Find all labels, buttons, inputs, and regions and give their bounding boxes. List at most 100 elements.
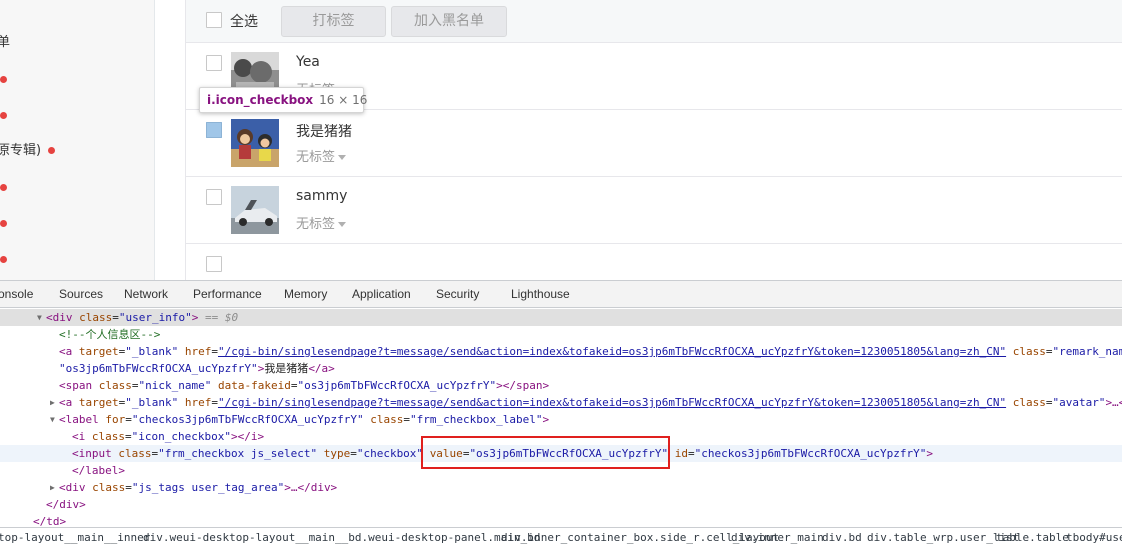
tab-security[interactable]: Security (436, 281, 479, 307)
tag-name: <a (59, 345, 73, 358)
expanded-triangle-icon[interactable]: ▼ (37, 309, 42, 326)
tag-close: </div> (46, 498, 86, 511)
dom-node[interactable]: <!--个人信息区--> (0, 326, 1122, 343)
attr-value: "os3jp6mTbFWccRfOCXA_ucYpzfrY" (297, 379, 497, 392)
tab-console[interactable]: onsole (0, 281, 33, 307)
attr-link[interactable]: "/cgi-bin/singlesendpage?t=message/send&… (218, 396, 1006, 409)
dom-node[interactable]: </div> (0, 496, 1122, 513)
user-nickname[interactable]: Yea (296, 54, 320, 70)
tag-close: > (191, 311, 199, 324)
chevron-down-icon (338, 155, 347, 160)
select-all-label[interactable]: 全选 (230, 11, 258, 31)
collapsed-triangle-icon[interactable]: ▶ (50, 479, 55, 496)
dom-node[interactable]: ▶ <div class="js_tags user_tag_area">…</… (0, 479, 1122, 496)
attr-name: class (98, 379, 132, 392)
unread-dot (0, 184, 7, 191)
dom-node[interactable]: ▶ <a target="_blank" href="/cgi-bin/sing… (0, 394, 1122, 411)
attr-name: target (78, 345, 119, 358)
attr-name: target (78, 396, 119, 409)
user-tag-label: 无标签 (296, 150, 336, 165)
attr-value: "os3jp6mTbFWccRfOCXA_ucYpzfrY" (59, 362, 258, 375)
dom-node-text: <a target="_blank" href="/cgi-bin/single… (59, 394, 1122, 411)
dom-node-text: <label for="checkos3jp6mTbFWccRfOCXA_ucY… (59, 413, 550, 426)
attr-value: "user_info" (118, 311, 192, 324)
tag-name: <span (59, 379, 93, 392)
tab-network[interactable]: Network (124, 281, 168, 307)
user-tag-label: 无标签 (296, 217, 336, 232)
unread-dot (0, 256, 7, 263)
breadcrumb-item[interactable]: table.table (996, 528, 1069, 546)
breadcrumb-item[interactable]: tbody#use (1066, 528, 1122, 546)
tooltip-size: 16 × 16 (319, 93, 368, 107)
sidebar-item-label: 原专辑) (0, 143, 42, 158)
user-row (186, 244, 1122, 280)
attr-name: type (323, 447, 351, 460)
tag-button[interactable]: 打标签 (281, 6, 386, 37)
attr-name: class (91, 430, 125, 443)
select-all-checkbox[interactable] (206, 12, 222, 28)
tab-performance[interactable]: Performance (193, 281, 262, 307)
avatar[interactable] (231, 119, 279, 167)
dom-node[interactable]: <a target="_blank" href="/cgi-bin/single… (0, 343, 1122, 360)
attr-name: for (105, 413, 126, 426)
dom-node-text: <div class="js_tags user_tag_area">…</di… (59, 481, 338, 494)
user-tag-dropdown[interactable]: 无标签 (296, 146, 347, 165)
breadcrumb-item[interactable]: div.bd (822, 528, 862, 546)
attr-name: class (1012, 396, 1046, 409)
dom-node-text: <i class="icon_checkbox"></i> (72, 430, 265, 443)
attr-value: "_blank" (125, 396, 179, 409)
attr-name: id (674, 447, 688, 460)
dom-node[interactable]: ▼ <div class="user_info"> == $0 (0, 309, 1122, 326)
user-checkbox[interactable] (206, 189, 222, 205)
breadcrumb-item[interactable]: top-layout__main__inner (0, 528, 150, 546)
user-tag-dropdown[interactable]: 无标签 (296, 213, 347, 232)
dom-node[interactable]: </td> (0, 513, 1122, 527)
sidebar-item-label: 单 (0, 35, 11, 50)
expanded-triangle-icon[interactable]: ▼ (50, 411, 55, 428)
tag-close: > (926, 447, 934, 460)
collapsed-triangle-icon[interactable]: ▶ (50, 394, 55, 411)
user-nickname[interactable]: sammy (296, 188, 347, 204)
tab-lighthouse[interactable]: Lighthouse (511, 281, 570, 307)
attr-value: "avatar" (1052, 396, 1106, 409)
blacklist-button[interactable]: 加入黑名单 (391, 6, 507, 37)
tooltip-selector: i.icon_checkbox (207, 93, 314, 107)
dom-comment: <!--个人信息区--> (59, 328, 161, 341)
tab-application[interactable]: Application (352, 281, 411, 307)
annotation-highlight-box (421, 436, 670, 469)
sidebar-item[interactable]: 原专辑) (0, 139, 56, 163)
dom-node-text: "os3jp6mTbFWccRfOCXA_ucYpzfrY">我是猪猪</a> (59, 360, 335, 377)
user-row: 我是猪猪 无标签 (186, 110, 1122, 177)
user-nickname[interactable]: 我是猪猪 (296, 121, 352, 141)
user-checkbox[interactable] (206, 256, 222, 272)
avatar[interactable] (231, 186, 279, 234)
attr-name: class (79, 311, 113, 324)
dom-node[interactable]: "os3jp6mTbFWccRfOCXA_ucYpzfrY">我是猪猪</a> (0, 360, 1122, 377)
tab-memory[interactable]: Memory (284, 281, 327, 307)
attr-value: "icon_checkbox" (131, 430, 231, 443)
user-checkbox[interactable] (206, 55, 222, 71)
breadcrumb-item[interactable]: div.inner_main (731, 528, 824, 546)
attr-value: "frm_checkbox js_select" (158, 447, 318, 460)
devtools-tab-bar: onsole Sources Network Performance Memor… (0, 281, 1122, 308)
sidebar-item[interactable]: 单 (0, 31, 13, 55)
selected-marker: == $0 (204, 311, 239, 324)
attr-name: href (184, 345, 212, 358)
tag-close: ></i> (230, 430, 265, 443)
tab-sources[interactable]: Sources (59, 281, 103, 307)
page-content: 单 原专辑) 全选 打标签 加入黑名单 Yea 我是猪猪 无标签 sammy 无… (0, 0, 1122, 280)
attr-value: "frm_checkbox_label" (410, 413, 543, 426)
tag-close: >…</div> (284, 481, 338, 494)
tag-close: </label> (72, 464, 125, 477)
attr-value: "nick_name" (138, 379, 212, 392)
breadcrumb-item[interactable]: div.weui-desktop-layout__main__bd.weui-d… (143, 528, 540, 546)
tag-close: >…</ (1105, 396, 1122, 409)
attr-name: data-fakeid (217, 379, 291, 392)
tag-close: > (542, 413, 550, 426)
dom-node[interactable]: ▼ <label for="checkos3jp6mTbFWccRfOCXA_u… (0, 411, 1122, 428)
unread-dot (0, 112, 7, 119)
attr-link[interactable]: "/cgi-bin/singlesendpage?t=message/send&… (218, 345, 1006, 358)
dom-node[interactable]: <span class="nick_name" data-fakeid="os3… (0, 377, 1122, 394)
chevron-down-icon (338, 222, 347, 227)
attr-value: "checkos3jp6mTbFWccRfOCXA_ucYpzfrY" (131, 413, 364, 426)
